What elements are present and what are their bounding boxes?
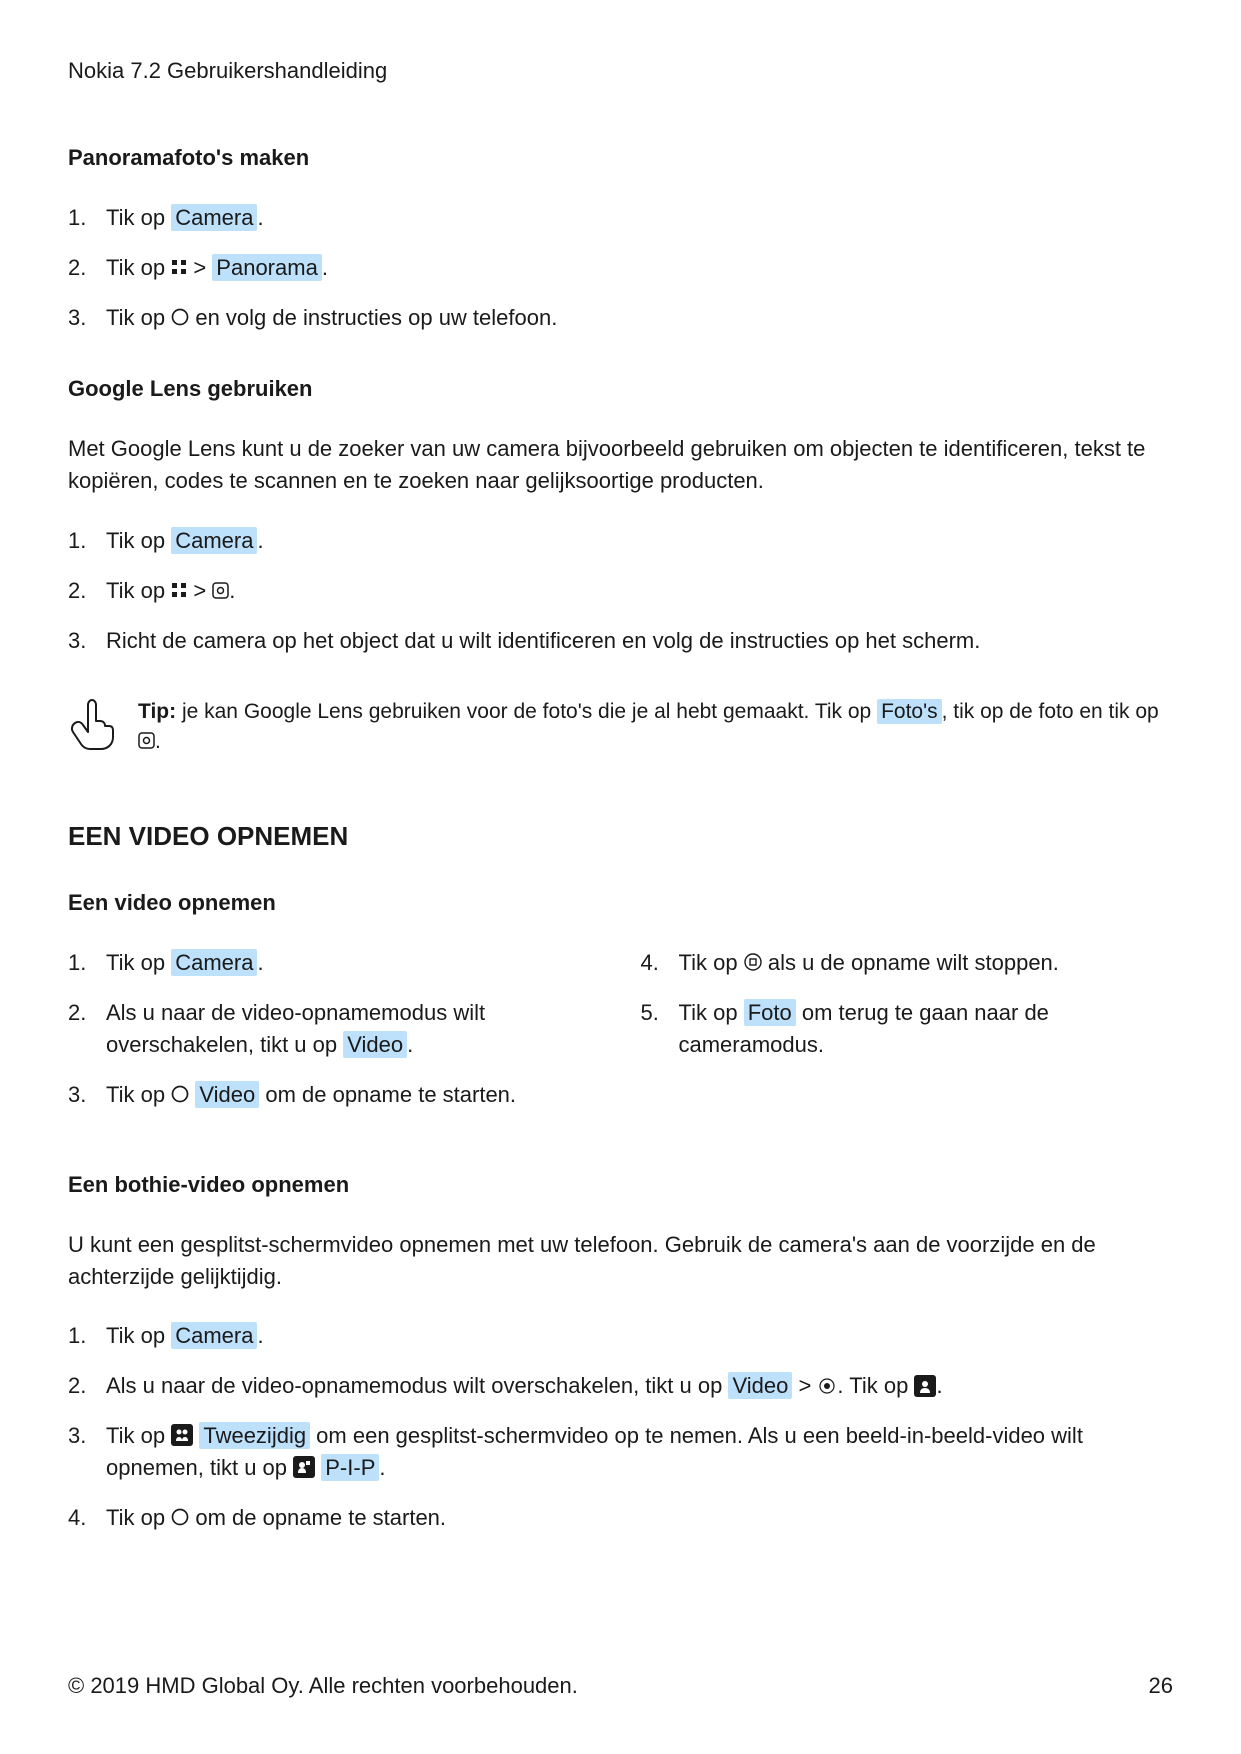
steps-record-video-right: Tik op als u de opname wilt stoppen. Tik…: [641, 947, 1174, 1129]
text: Tik op: [106, 1423, 171, 1448]
list-item: Tik op om de opname te starten.: [68, 1502, 1173, 1534]
ui-chip-camera: Camera: [171, 949, 257, 976]
ui-chip-camera: Camera: [171, 204, 257, 231]
steps-record-video-left: Tik op Camera. Als u naar de video-opnam…: [68, 947, 601, 1129]
text: je kan Google Lens gebruiken voor de fot…: [176, 700, 877, 723]
text: Tik op: [106, 1082, 171, 1107]
ui-chip-camera: Camera: [171, 1322, 257, 1349]
heading-google-lens: Google Lens gebruiken: [68, 373, 1173, 405]
pip-icon: [293, 1456, 315, 1478]
text: .: [322, 255, 328, 280]
dual-icon: [171, 1424, 193, 1446]
heading-video-record: EEN VIDEO OPNEMEN: [68, 818, 1173, 856]
text: Tik op: [106, 1323, 171, 1348]
text: .: [936, 1373, 942, 1398]
text: Tik op: [679, 1000, 744, 1025]
grid-icon: [171, 259, 187, 275]
lens-icon: [212, 582, 229, 599]
text: om de opname te starten.: [259, 1082, 516, 1107]
ui-chip-pip: P-I-P: [321, 1454, 379, 1481]
lens-icon: [138, 732, 155, 749]
list-item: Tik op Camera.: [68, 525, 1173, 557]
list-item: Tik op > Panorama.: [68, 252, 1173, 284]
list-item: Tik op > .: [68, 575, 1173, 607]
list-item: Tik op Foto om terug te gaan naar de cam…: [641, 997, 1174, 1061]
paragraph: U kunt een gesplitst-schermvideo opnemen…: [68, 1229, 1173, 1293]
text: Als u naar de video-opnamemodus wilt ove…: [106, 1000, 485, 1057]
list-item: Tik op Camera.: [68, 947, 601, 979]
text: .: [155, 730, 161, 753]
tip-text: Tip: je kan Google Lens gebruiken voor d…: [138, 697, 1173, 758]
text: Tik op: [106, 205, 171, 230]
list-item: Tik op en volg de instructies op uw tele…: [68, 302, 1173, 334]
heading-panorama: Panoramafoto's maken: [68, 142, 1173, 174]
list-item: Tik op Camera.: [68, 202, 1173, 234]
text: .: [257, 950, 263, 975]
subheading-record-video: Een video opnemen: [68, 887, 1173, 919]
text: Tik op: [679, 950, 744, 975]
text: en volg de instructies op uw telefoon.: [189, 305, 557, 330]
tip-callout: Tip: je kan Google Lens gebruiken voor d…: [68, 697, 1173, 758]
text: .: [257, 1323, 263, 1348]
ui-chip-tweezijdig: Tweezijdig: [199, 1422, 310, 1449]
paragraph: Met Google Lens kunt u de zoeker van uw …: [68, 433, 1173, 497]
steps-google-lens: Tik op Camera. Tik op > . Richt de camer…: [68, 525, 1173, 657]
text: .: [379, 1455, 385, 1480]
heading-bothie: Een bothie-video opnemen: [68, 1169, 1173, 1201]
text: .: [257, 205, 263, 230]
text: Tik op: [106, 305, 171, 330]
text: >: [792, 1373, 817, 1398]
circle-icon: [171, 1508, 189, 1526]
list-item: Tik op als u de opname wilt stoppen.: [641, 947, 1174, 979]
steps-bothie: Tik op Camera. Als u naar de video-opnam…: [68, 1320, 1173, 1533]
copyright-text: © 2019 HMD Global Oy. Alle rechten voorb…: [68, 1670, 578, 1702]
ui-chip-panorama: Panorama: [212, 254, 322, 281]
text: .: [257, 528, 263, 553]
ui-chip-video: Video: [728, 1372, 792, 1399]
list-item: Als u naar de video-opnamemodus wilt ove…: [68, 997, 601, 1061]
page-number: 26: [1149, 1670, 1173, 1702]
list-item: Tik op Tweezijdig om een gesplitst-scher…: [68, 1420, 1173, 1484]
hand-point-icon: [68, 697, 116, 753]
text: . Tik op: [837, 1373, 914, 1398]
text: als u de opname wilt stoppen.: [762, 950, 1059, 975]
text: >: [187, 255, 212, 280]
ui-chip-foto: Foto: [744, 999, 796, 1026]
ui-chip-video: Video: [195, 1081, 259, 1108]
page-title: Nokia 7.2 Gebruikershandleiding: [68, 55, 1173, 87]
person-icon: [914, 1375, 936, 1397]
text: >: [187, 578, 212, 603]
steps-panorama: Tik op Camera. Tik op > Panorama. Tik op…: [68, 202, 1173, 334]
stop-in-circle-icon: [744, 953, 762, 971]
text: Tik op: [106, 950, 171, 975]
circle-icon: [171, 308, 189, 326]
ui-chip-video: Video: [343, 1031, 407, 1058]
ui-chip-camera: Camera: [171, 527, 257, 554]
list-item: Tik op Video om de opname te starten.: [68, 1079, 601, 1111]
text: Tik op: [106, 255, 171, 280]
list-item: Tik op Camera.: [68, 1320, 1173, 1352]
grid-icon: [171, 582, 187, 598]
circle-icon: [171, 1085, 189, 1103]
list-item: Richt de camera op het object dat u wilt…: [68, 625, 1173, 657]
text: Als u naar de video-opnamemodus wilt ove…: [106, 1373, 728, 1398]
video-camera-icon: [817, 1378, 837, 1394]
text: om de opname te starten.: [189, 1505, 446, 1530]
ui-chip-fotos: Foto's: [877, 699, 942, 724]
list-item: Als u naar de video-opnamemodus wilt ove…: [68, 1370, 1173, 1402]
text: , tik op de foto en tik op: [942, 700, 1159, 723]
text: Tik op: [106, 528, 171, 553]
tip-label: Tip:: [138, 700, 176, 723]
text: Tik op: [106, 1505, 171, 1530]
text: .: [407, 1032, 413, 1057]
page-footer: © 2019 HMD Global Oy. Alle rechten voorb…: [68, 1670, 1173, 1702]
text: .: [229, 578, 235, 603]
text: Tik op: [106, 578, 171, 603]
